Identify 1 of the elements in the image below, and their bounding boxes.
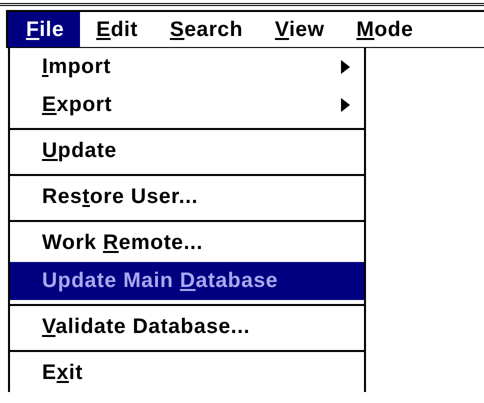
menu-item[interactable]: File bbox=[8, 12, 80, 47]
